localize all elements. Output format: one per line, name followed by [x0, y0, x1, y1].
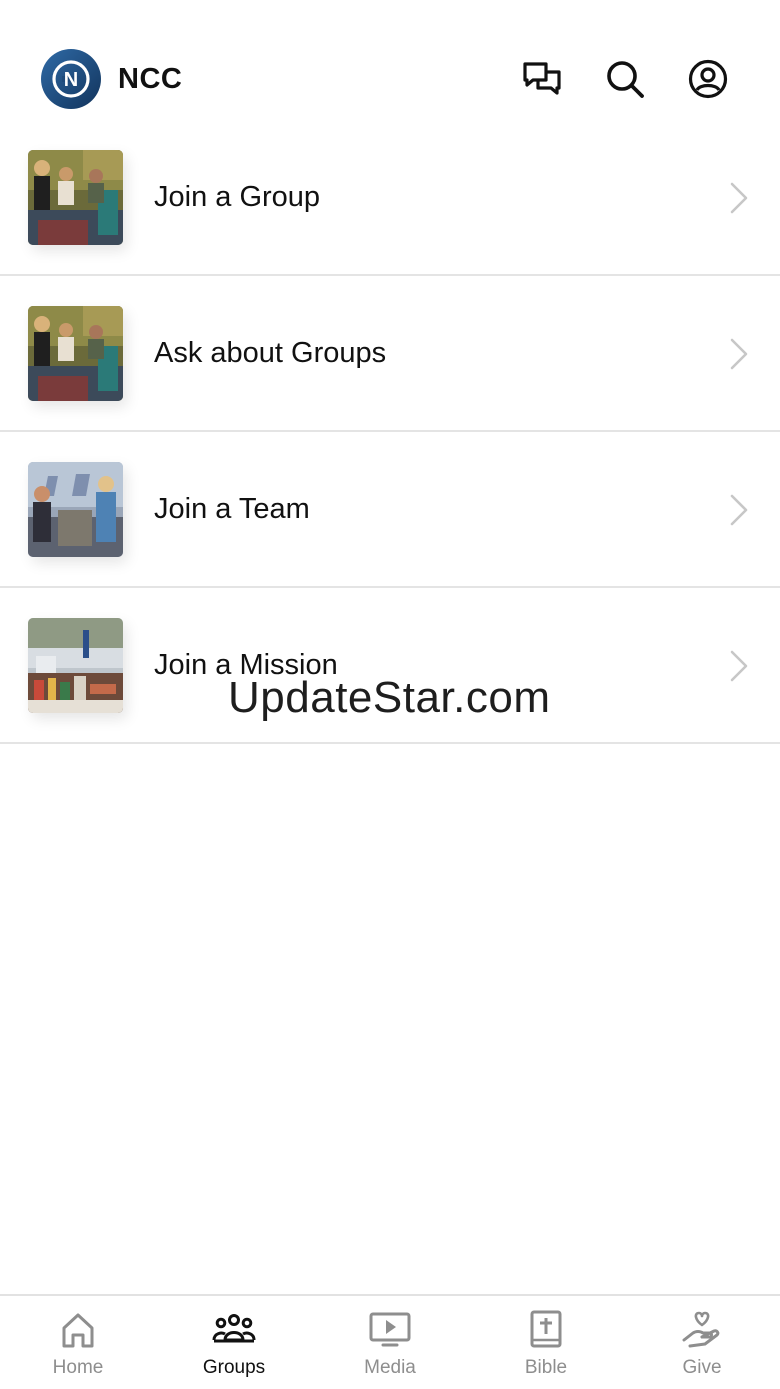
tab-label: Home — [52, 1357, 104, 1378]
mission-photo-thumbnail — [28, 618, 123, 713]
list-item-label: Ask about Groups — [154, 337, 387, 369]
tab-media[interactable]: Media — [312, 1296, 468, 1389]
group-photo-thumbnail — [28, 150, 123, 245]
tab-label: Give — [682, 1357, 722, 1378]
groups-menu-list: Join a Group Ask about Groups Join a Tea… — [0, 120, 780, 744]
kids-team-photo-thumbnail — [28, 462, 123, 557]
watermark-text: UpdateStar.com — [228, 673, 551, 722]
chevron-right-icon — [730, 494, 748, 526]
tab-home[interactable]: Home — [0, 1296, 156, 1389]
account-icon — [688, 59, 728, 99]
list-item-label: Join a Team — [154, 493, 310, 525]
group-photo-thumbnail — [28, 306, 123, 401]
app-title: NCC — [118, 63, 183, 95]
tab-groups[interactable]: Groups — [156, 1296, 312, 1389]
tab-label: Groups — [202, 1357, 266, 1378]
chevron-right-icon — [730, 338, 748, 370]
search-button[interactable] — [604, 58, 646, 100]
tab-label: Bible — [524, 1357, 568, 1378]
tab-give[interactable]: Give — [624, 1296, 780, 1389]
logo-letter: N — [64, 69, 78, 91]
list-item-join-a-team[interactable]: Join a Team — [0, 432, 780, 588]
chat-button[interactable] — [521, 58, 563, 100]
media-icon — [369, 1312, 411, 1347]
tab-bible[interactable]: Bible — [468, 1296, 624, 1389]
bottom-tab-bar: Home Groups Media Bible Give — [0, 1294, 780, 1389]
ncc-logo: N — [41, 49, 101, 109]
list-item-ask-about-groups[interactable]: Ask about Groups — [0, 276, 780, 432]
list-item-join-a-group[interactable]: Join a Group — [0, 120, 780, 276]
list-item-label: Join a Group — [154, 181, 321, 213]
groups-icon — [212, 1314, 256, 1343]
chat-icon — [523, 62, 561, 95]
search-icon — [607, 61, 644, 98]
chevron-right-icon — [730, 650, 748, 682]
account-button[interactable] — [687, 58, 729, 100]
home-icon — [62, 1313, 94, 1348]
app-header: N NCC — [0, 0, 780, 130]
tab-label: Media — [364, 1357, 416, 1378]
chevron-right-icon — [730, 182, 748, 214]
give-icon — [682, 1311, 720, 1348]
bible-icon — [530, 1310, 562, 1348]
